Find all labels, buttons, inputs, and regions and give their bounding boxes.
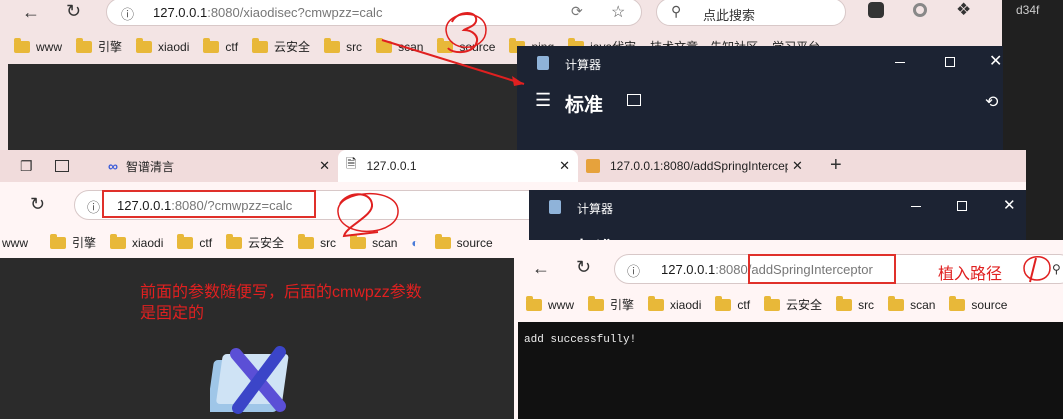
calculator-app-icon <box>549 200 561 214</box>
history-icon[interactable]: ⟲ <box>985 92 998 112</box>
close-icon[interactable]: ✕ <box>989 51 1002 71</box>
bookmark[interactable]: ctf <box>203 37 238 54</box>
puzzle-icon[interactable]: ❖ <box>956 0 971 20</box>
reload-icon[interactable]: ↻ <box>30 194 45 214</box>
extension-icon-1[interactable] <box>868 2 884 18</box>
bookmark[interactable]: ◐ source <box>411 233 493 250</box>
reload-icon[interactable]: ↻ <box>576 257 591 277</box>
tab-zhipu[interactable]: ∞ 智谱清言 ✕ <box>102 150 334 182</box>
bookmark[interactable]: source <box>949 295 1007 312</box>
bookmark[interactable]: ctf <box>177 233 212 250</box>
bookmark[interactable]: src <box>836 295 874 312</box>
minimize-icon[interactable] <box>895 62 905 63</box>
keep-on-top-icon[interactable] <box>627 94 641 106</box>
tab-close-icon[interactable]: ✕ <box>319 158 330 174</box>
bookmarks-bar: www 引擎 xiaodi ctf 云安全 src scan ◐ source <box>2 233 507 251</box>
bookmark[interactable]: 引擎 <box>50 233 96 251</box>
site-info-icon[interactable]: ⓘ <box>627 261 640 280</box>
back-arrow-icon[interactable]: ← <box>532 258 550 278</box>
corner-text-overlay: d34f <box>1016 3 1040 17</box>
calculator-title: 计算器 <box>565 58 602 72</box>
calculator-mode: 标准 <box>565 95 604 116</box>
bookmark[interactable]: xiaodi <box>136 37 189 54</box>
hamburger-menu-icon[interactable]: ☰ <box>535 90 551 111</box>
bookmark[interactable]: scan <box>376 37 423 54</box>
search-box[interactable]: ⚲ 点此搜索 <box>656 0 846 26</box>
bookmark[interactable]: src <box>324 37 362 54</box>
tab-add-interceptor[interactable]: 127.0.0.1:8080/addSpringIntercep ✕ <box>582 150 812 182</box>
zhipu-icon: ∞ <box>108 158 118 174</box>
search-lens-icon[interactable]: ⚲ <box>1052 262 1061 276</box>
annotation-text: 前面的参数随便写，后面的cmwpzz参数 是固定的 <box>140 284 422 322</box>
bookmark[interactable]: www <box>14 37 62 54</box>
highlight-box-front-url <box>748 254 896 284</box>
calculator-title: 计算器 <box>577 202 614 216</box>
tab-list-icon[interactable] <box>54 160 69 172</box>
bookmark[interactable]: src <box>298 233 336 250</box>
annotation-text: 植入路径 <box>938 266 1003 283</box>
minimize-icon[interactable] <box>911 206 921 207</box>
bookmark[interactable]: www <box>526 295 574 312</box>
site-info-icon[interactable]: ⓘ <box>121 4 134 23</box>
search-icon: ⚲ <box>671 3 682 19</box>
bookmark[interactable]: ctf <box>715 295 750 312</box>
site-info-icon[interactable]: ⓘ <box>87 197 100 216</box>
translate-icon[interactable]: ⟳ <box>571 3 583 20</box>
highlight-box-middle-url <box>102 190 316 218</box>
bookmark[interactable]: source <box>437 37 495 54</box>
tab-actions: ❐ <box>0 150 69 182</box>
back-arrow-icon[interactable]: ← <box>22 2 40 22</box>
bookmark[interactable]: xiaodi <box>110 233 163 250</box>
java-icon <box>586 159 600 173</box>
new-tab-icon[interactable]: + <box>830 154 842 177</box>
calculator-window-top: 计算器 ✕ ☰ 标准 ⟲ <box>517 46 1003 166</box>
bookmark[interactable]: 云安全 <box>252 37 310 55</box>
maximize-icon[interactable] <box>945 57 955 67</box>
bookmark[interactable]: scan <box>888 295 935 312</box>
page-icon: 🗎 <box>346 156 357 171</box>
tab-close-icon[interactable]: ✕ <box>559 158 570 174</box>
extension-icon-2[interactable] <box>913 3 927 17</box>
maximize-icon[interactable] <box>957 201 967 211</box>
address-bar[interactable]: ⓘ 127.0.0.1:8080/xiaodisec?cmwpzz=calc ⟳… <box>106 0 642 26</box>
calculator-app-icon <box>537 56 549 70</box>
bookmark[interactable]: 云安全 <box>764 295 822 313</box>
bookmark[interactable]: www <box>2 236 28 250</box>
bookmarks-bar: www 引擎 xiaodi ctf 云安全 src scan source <box>526 295 1021 313</box>
reload-icon[interactable]: ↻ <box>66 1 81 21</box>
calculator-launch-icon <box>207 346 300 416</box>
bookmark[interactable]: 云安全 <box>226 233 284 251</box>
response-text: add successfully! <box>524 334 637 346</box>
tab-label: 智谱清言 <box>125 159 174 174</box>
bookmark[interactable]: 引擎 <box>76 37 122 55</box>
bookmark[interactable]: scan <box>350 233 397 250</box>
tab-label: 127.0.0.1 <box>366 159 417 173</box>
close-icon[interactable]: ✕ <box>1003 196 1016 214</box>
workspaces-icon[interactable]: ❐ <box>20 158 33 175</box>
tab-127[interactable]: 🗎 127.0.0.1 ✕ <box>338 150 578 182</box>
tab-close-icon[interactable]: ✕ <box>792 158 803 174</box>
search-placeholder: 点此搜索 <box>703 8 756 23</box>
tab-label: 127.0.0.1:8080/addSpringIntercep <box>610 159 788 173</box>
blue-link-icon: ◐ <box>411 235 419 250</box>
bookmark[interactable]: 引擎 <box>588 295 634 313</box>
bookmark[interactable]: xiaodi <box>648 295 701 312</box>
star-icon[interactable]: ☆ <box>611 2 625 22</box>
